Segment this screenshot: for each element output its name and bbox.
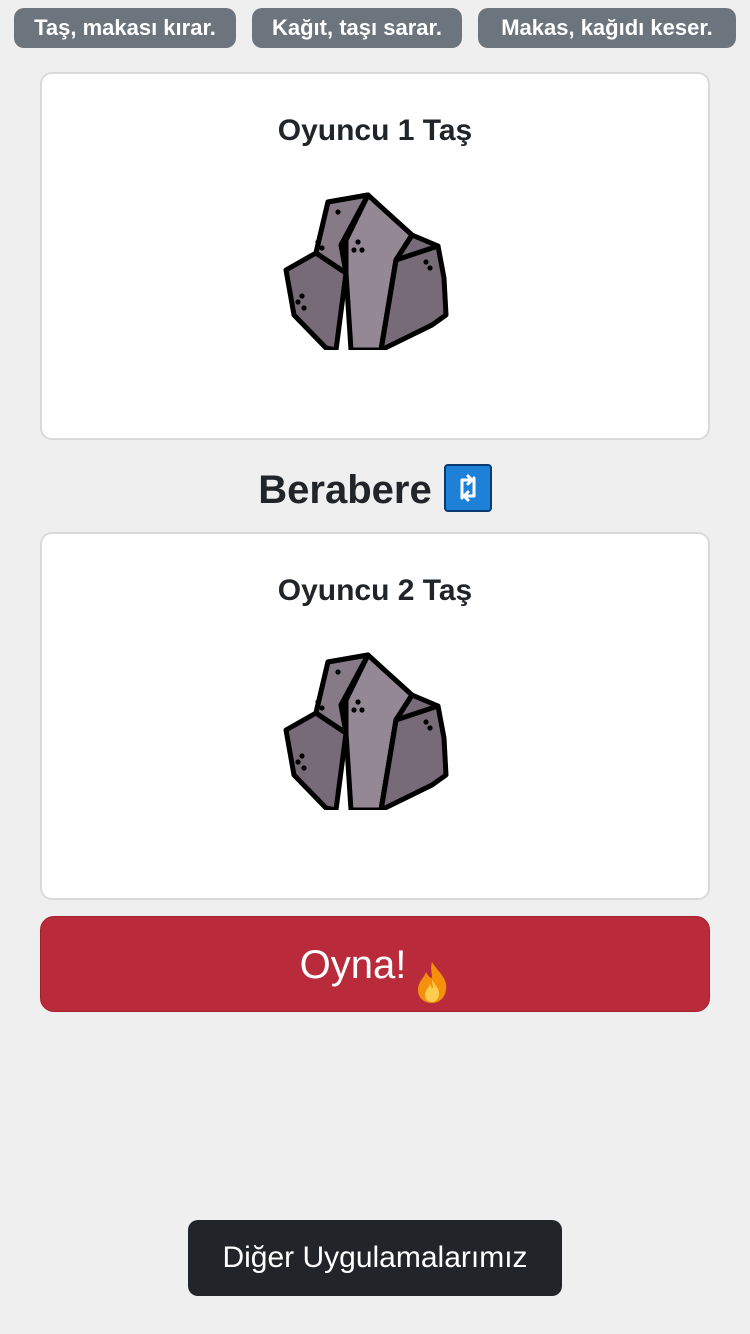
rock-icon (283, 192, 449, 350)
player-2-card: Oyuncu 2 Taş (40, 532, 710, 900)
other-apps-button[interactable]: Diğer Uygulamalarımız (188, 1220, 562, 1296)
rule-badge-scissors: Makas, kağıdı keser. (478, 8, 736, 48)
player-1-title: Oyuncu 1 Taş (277, 114, 473, 147)
rock-icon (283, 652, 449, 810)
game-result: Berabere (0, 462, 750, 518)
play-button-label: Oyna! (299, 943, 407, 987)
player-1-card: Oyuncu 1 Taş (40, 72, 710, 440)
rules-bar: Taş, makası kırar. Kağıt, taşı sarar. Ma… (0, 8, 750, 48)
rule-badge-paper: Kağıt, taşı sarar. (252, 8, 462, 48)
player-2-title: Oyuncu 2 Taş (277, 574, 473, 607)
repeat-icon (443, 464, 492, 513)
rule-badge-rock: Taş, makası kırar. (14, 8, 236, 48)
fire-icon (414, 943, 450, 1004)
result-text: Berabere (258, 468, 432, 512)
play-button[interactable]: Oyna! (40, 916, 710, 1012)
